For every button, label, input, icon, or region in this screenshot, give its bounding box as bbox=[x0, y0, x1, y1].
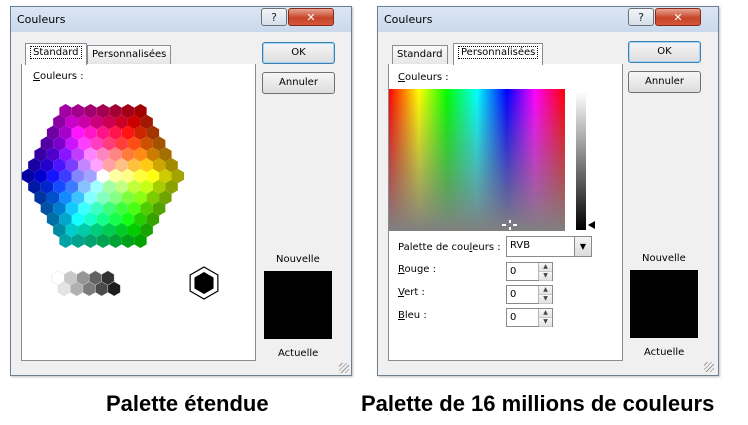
green-label: Vert : bbox=[398, 287, 425, 298]
caption-right: Palette de 16 millions de couleurs bbox=[361, 391, 715, 416]
color-model-value: RVB bbox=[510, 240, 531, 251]
luminance-slider[interactable] bbox=[576, 92, 586, 230]
decrement-icon[interactable]: ▼ bbox=[539, 272, 552, 281]
color-model-select[interactable]: RVB ▼ bbox=[506, 236, 592, 257]
blue-value[interactable]: 0 bbox=[510, 312, 516, 323]
hue-saturation-spectrum[interactable] bbox=[389, 89, 565, 231]
new-color-label: Nouvelle bbox=[642, 253, 686, 264]
blue-label: Bleu : bbox=[398, 310, 427, 321]
tab-standard[interactable]: Standard bbox=[392, 45, 448, 64]
increment-icon[interactable]: ▲ bbox=[539, 309, 552, 318]
luminance-arrow-icon[interactable] bbox=[588, 221, 595, 229]
color-preview-swatch bbox=[264, 271, 332, 339]
help-icon: ? bbox=[638, 11, 644, 24]
tab-label: Personnalisées bbox=[458, 46, 539, 59]
colors-label: Couleurs : bbox=[398, 72, 449, 83]
cancel-button[interactable]: Annuler bbox=[628, 71, 701, 93]
close-icon: ✕ bbox=[673, 11, 683, 24]
resize-grip-icon[interactable] bbox=[704, 362, 714, 372]
color-model-label: Palette de couleurs : bbox=[398, 242, 501, 253]
new-color-label: Nouvelle bbox=[276, 254, 320, 265]
dialog-title: Couleurs bbox=[384, 13, 433, 26]
dialog-title: Couleurs bbox=[17, 13, 66, 26]
current-color-label: Actuelle bbox=[278, 348, 319, 359]
red-value[interactable]: 0 bbox=[510, 266, 516, 277]
increment-icon[interactable]: ▲ bbox=[539, 286, 552, 295]
help-icon: ? bbox=[271, 11, 277, 24]
tab-custom[interactable]: Personnalisées bbox=[453, 43, 544, 65]
crosshair-icon bbox=[502, 220, 517, 230]
tab-standard[interactable]: Standard bbox=[25, 43, 87, 65]
close-icon: ✕ bbox=[306, 11, 316, 24]
color-hexagon-palette[interactable] bbox=[22, 64, 257, 361]
color-dialog-standard: Couleurs ? ✕ Standard Personnalisées Cou… bbox=[10, 6, 352, 376]
help-button[interactable]: ? bbox=[628, 8, 654, 26]
red-stepper[interactable]: 0 ▲ ▼ bbox=[506, 262, 553, 281]
help-button[interactable]: ? bbox=[261, 8, 287, 26]
title-bar[interactable]: Couleurs ? ✕ bbox=[378, 7, 718, 32]
chevron-down-icon[interactable]: ▼ bbox=[574, 237, 591, 256]
decrement-icon[interactable]: ▼ bbox=[539, 295, 552, 304]
increment-icon[interactable]: ▲ bbox=[539, 263, 552, 272]
decrement-icon[interactable]: ▼ bbox=[539, 318, 552, 327]
tab-label: Standard bbox=[397, 49, 443, 60]
cancel-button[interactable]: Annuler bbox=[262, 72, 335, 94]
tab-label: Standard bbox=[30, 46, 82, 59]
close-button[interactable]: ✕ bbox=[655, 8, 701, 26]
green-value[interactable]: 0 bbox=[510, 289, 516, 300]
tab-custom[interactable]: Personnalisées bbox=[87, 45, 172, 64]
color-preview-swatch bbox=[630, 270, 698, 338]
tab-label: Personnalisées bbox=[92, 49, 167, 60]
standard-panel: Couleurs : bbox=[21, 64, 256, 361]
current-color-label: Actuelle bbox=[644, 347, 685, 358]
ok-button[interactable]: OK bbox=[628, 41, 701, 63]
close-button[interactable]: ✕ bbox=[288, 8, 334, 26]
title-bar[interactable]: Couleurs ? ✕ bbox=[11, 7, 351, 32]
blue-stepper[interactable]: 0 ▲ ▼ bbox=[506, 308, 553, 327]
red-label: Rouge : bbox=[398, 264, 437, 275]
green-stepper[interactable]: 0 ▲ ▼ bbox=[506, 285, 553, 304]
ok-button[interactable]: OK bbox=[262, 42, 335, 64]
resize-grip-icon[interactable] bbox=[339, 363, 349, 373]
caption-left: Palette étendue bbox=[106, 391, 269, 416]
